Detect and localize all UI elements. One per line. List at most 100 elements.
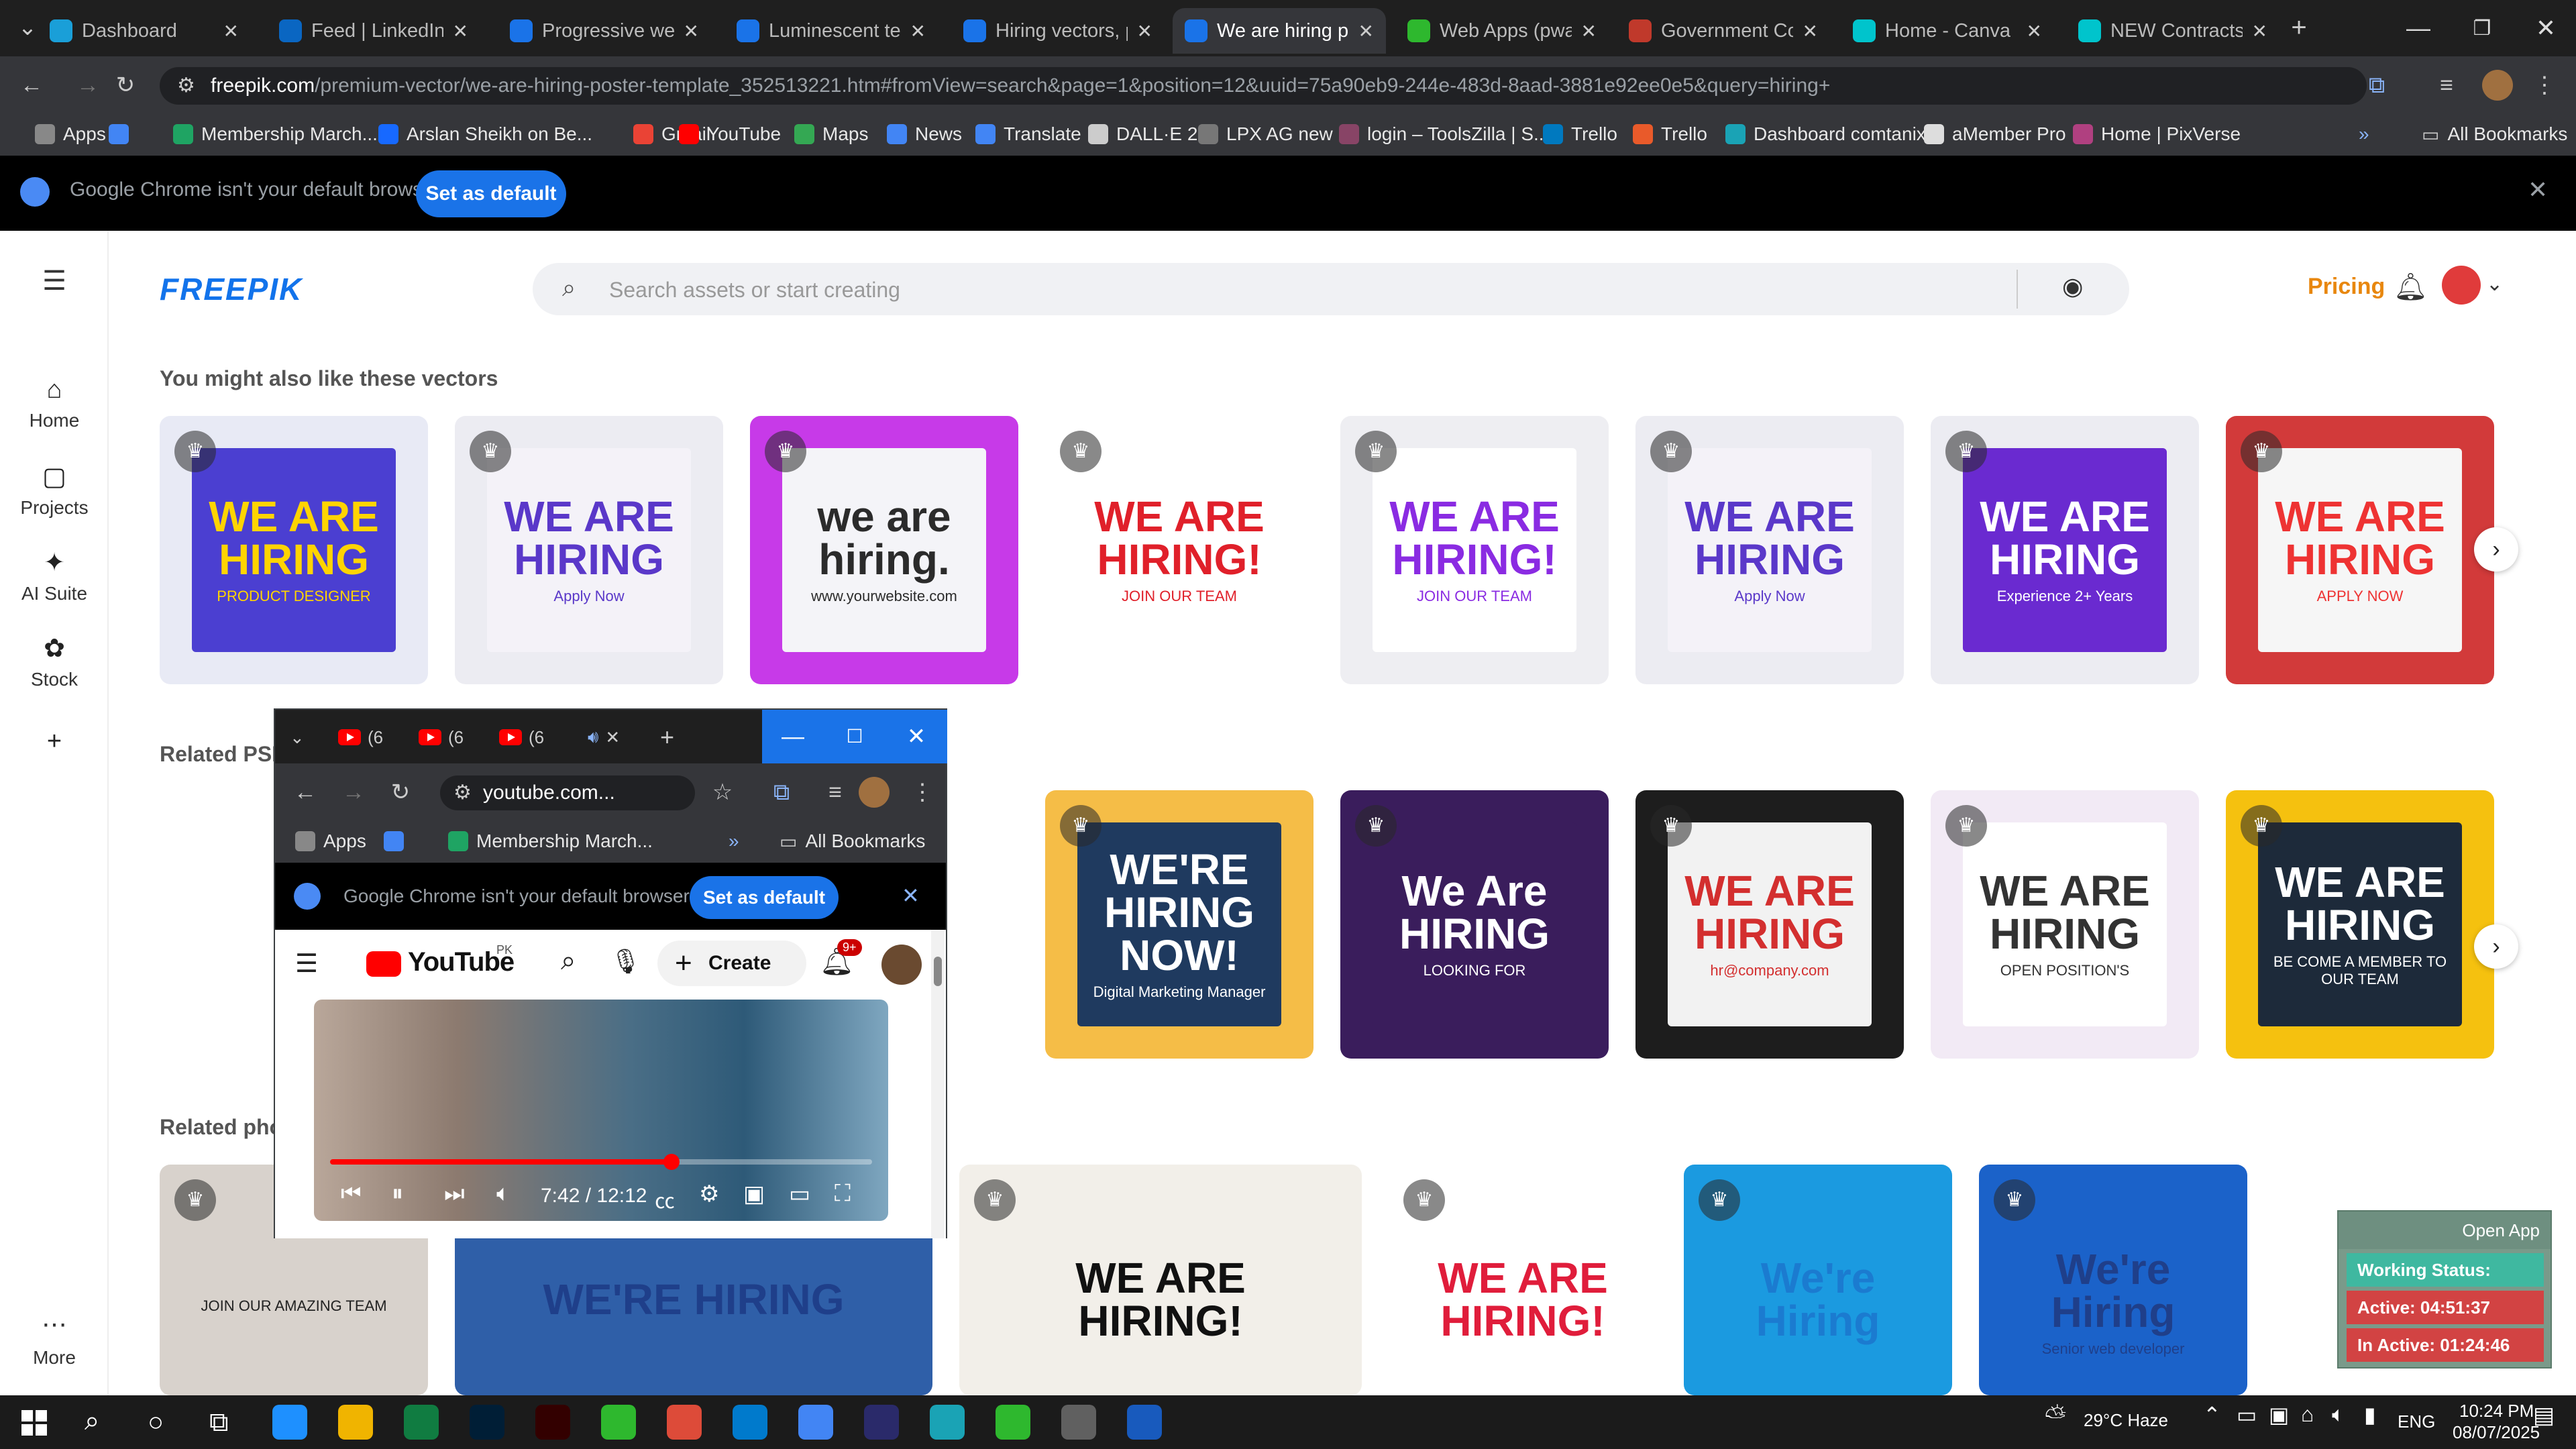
psd-next-arrow-icon[interactable]: › (2474, 924, 2518, 969)
bookmark-item[interactable]: LPX AG new (1198, 121, 1333, 148)
taskbar-app-icon[interactable] (864, 1405, 899, 1440)
template-card[interactable]: WE ARE HIRING Apply Now ♛ (1635, 416, 1904, 684)
taskbar-app-icon[interactable] (535, 1405, 570, 1440)
forward-icon[interactable]: → (72, 70, 103, 101)
media-control-icon[interactable]: ≡ (2431, 70, 2462, 101)
bookmark-item[interactable]: Home | PixVerse (2073, 121, 2241, 148)
notification-bell-icon[interactable]: 🔔︎ (2394, 271, 2428, 303)
floating-set-default-button[interactable]: Set as default (690, 876, 839, 919)
browser-tab[interactable]: Web Apps (pwa) ✕ (1395, 8, 1609, 54)
network-icon[interactable]: ⌂ (2301, 1402, 2314, 1427)
template-card[interactable]: WE ARE HIRING! ♛ (1389, 1165, 1657, 1395)
template-card[interactable]: We're Hiring Senior web developer ♛ (1979, 1165, 2247, 1395)
taskbar-app-icon[interactable] (996, 1405, 1030, 1440)
template-card[interactable]: WE ARE HIRING! ♛ (959, 1165, 1362, 1395)
next-icon[interactable]: ⏭ (444, 1181, 465, 1207)
floating-bookmark-apps[interactable]: Apps (295, 828, 366, 855)
user-avatar[interactable] (2442, 266, 2481, 305)
reload-icon[interactable]: ↻ (110, 70, 141, 101)
taskbar-app-icon[interactable] (470, 1405, 504, 1440)
tab-close-icon[interactable]: ✕ (910, 20, 926, 42)
floating-back-icon[interactable]: ← (290, 777, 321, 808)
open-app-link[interactable]: Open App (2339, 1212, 2551, 1249)
floating-star-icon[interactable]: ☆ (707, 777, 738, 808)
tray-chevron-icon[interactable]: ⌃ (2203, 1402, 2221, 1428)
browser-tab[interactable]: Home - Canva ✕ (1841, 8, 2054, 54)
taskbar-app-icon[interactable] (601, 1405, 636, 1440)
bookmark-item[interactable]: Trello (1543, 121, 1617, 148)
minimize-button[interactable]: — (2381, 0, 2455, 56)
tab-close-icon[interactable]: ✕ (2252, 20, 2267, 42)
browser-tab[interactable]: Feed | LinkedIn ✕ (267, 8, 480, 54)
settings-gear-icon[interactable]: ⚙ (699, 1181, 719, 1208)
language-indicator[interactable]: ENG (2398, 1411, 2435, 1432)
browser-tab[interactable]: We are hiring po ✕ (1173, 8, 1386, 54)
close-window-button[interactable]: ✕ (2509, 0, 2576, 56)
tab-close-icon[interactable]: ✕ (453, 20, 468, 42)
tab-close-icon[interactable]: ✕ (1137, 20, 1152, 42)
tab-close-icon[interactable]: ✕ (1581, 20, 1597, 42)
floating-close-button[interactable]: ✕ (885, 710, 947, 763)
freepik-logo[interactable]: FREEPIK (160, 271, 303, 307)
speaker-icon[interactable]: 🔈︎ (2332, 1402, 2345, 1428)
weather-text[interactable]: 29°C Haze (2084, 1410, 2168, 1431)
profile-avatar[interactable] (2482, 70, 2513, 101)
browser-tab[interactable]: Progressive web ✕ (498, 8, 711, 54)
browser-tab[interactable]: Hiring vectors, ph ✕ (951, 8, 1165, 54)
youtube-scrollbar[interactable] (931, 930, 945, 1238)
overflow-chevron-icon[interactable]: » (2359, 121, 2369, 148)
taskbar-app-icon[interactable] (338, 1405, 373, 1440)
template-card[interactable]: WE ARE HIRING Experience 2+ Years ♛ (1931, 416, 2199, 684)
tab-close-icon[interactable]: ✕ (2027, 20, 2042, 42)
template-card[interactable]: WE'RE HIRING NOW! Digital Marketing Manag… (1045, 790, 1313, 1059)
taskbar-app-icon[interactable] (798, 1405, 833, 1440)
floating-tab-1[interactable]: (6 (338, 720, 383, 754)
nav-item[interactable]: ✦ AI Suite (0, 547, 109, 604)
taskbar-search-icon[interactable]: ⌕ (85, 1406, 99, 1436)
back-icon[interactable]: ← (16, 70, 47, 101)
youtube-scroll-thumb[interactable] (934, 957, 942, 986)
bookmark-item[interactable] (109, 121, 129, 148)
taskbar-app-icon[interactable] (1061, 1405, 1096, 1440)
browser-tab[interactable]: Dashboard ✕ (38, 8, 251, 54)
floating-profile-avatar[interactable] (859, 777, 890, 808)
floating-site-info-icon[interactable]: ⚙ (453, 775, 472, 810)
template-card[interactable]: WE ARE HIRING BE COME A MEMBER TO OUR TEA… (2226, 790, 2494, 1059)
bookmark-item[interactable]: News (887, 121, 962, 148)
template-card[interactable]: WE ARE HIRING! JOIN OUR TEAM ♛ (1045, 416, 1313, 684)
taskbar-app-icon[interactable] (404, 1405, 439, 1440)
tab-close-icon[interactable]: ✕ (1358, 20, 1374, 42)
floating-bookmark-grid[interactable] (384, 828, 404, 855)
nav-item[interactable]: ✿ Stock (0, 633, 109, 690)
video-player[interactable]: ⏮ ⏸ ⏭ 🔈︎ 7:42 / 12:12 ㏄ ⚙ ▣ ▭ ⛶ (314, 1000, 888, 1221)
restore-button[interactable]: ❐ (2445, 0, 2519, 56)
camera-icon[interactable]: ◉ (2062, 272, 2083, 301)
user-menu-chevron-icon[interactable]: ⌄ (2486, 272, 2503, 296)
tab-close-icon[interactable]: ✕ (223, 20, 239, 42)
fullscreen-icon[interactable]: ⛶ (835, 1181, 851, 1207)
clock-time[interactable]: 10:24 PM (2459, 1401, 2534, 1421)
all-bookmarks-button[interactable]: ▭ All Bookmarks (2422, 121, 2567, 148)
taskbar-app-icon[interactable] (667, 1405, 702, 1440)
floating-tab-close-icon[interactable]: ✕ (605, 727, 620, 748)
floating-tab-3[interactable]: (6 (499, 720, 544, 754)
youtube-create-button[interactable]: + Create (657, 941, 806, 986)
weather-icon[interactable]: ⛅︎ (2045, 1402, 2066, 1432)
pause-icon[interactable]: ⏸ (392, 1181, 403, 1207)
tray-icon-1[interactable]: ▭ (2237, 1402, 2257, 1428)
nav-item[interactable]: + (0, 727, 109, 761)
youtube-menu-icon[interactable]: ☰ (295, 949, 318, 979)
bookmark-item[interactable]: Arslan Sheikh on Be... (378, 121, 592, 148)
floating-tab-4[interactable]: 🔊︎ ✕ (588, 720, 620, 754)
floating-tab-search-icon[interactable]: ⌄ (290, 720, 305, 754)
vectors-next-arrow-icon[interactable]: › (2474, 527, 2518, 572)
floating-address-bar[interactable]: ⚙ youtube.com... (440, 775, 695, 810)
address-bar[interactable]: ⚙ freepik.com/premium-vector/we-are-hiri… (160, 67, 2367, 105)
floating-reload-icon[interactable]: ↻ (385, 777, 416, 808)
taskbar-app-icon[interactable] (1127, 1405, 1162, 1440)
template-card[interactable]: We Are HIRING LOOKING FOR ♛ (1340, 790, 1609, 1059)
browser-tab[interactable]: NEW Contracts 0 ✕ (2066, 8, 2279, 54)
floating-minimize-button[interactable]: — (762, 710, 824, 763)
task-view-icon[interactable]: ⧉ (209, 1407, 229, 1438)
youtube-logo-icon[interactable] (366, 951, 401, 977)
